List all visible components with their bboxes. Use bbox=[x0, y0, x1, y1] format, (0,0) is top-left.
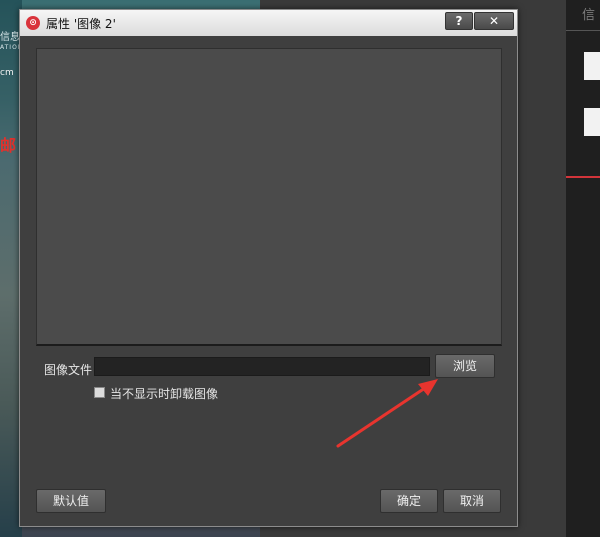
unload-image-checkbox[interactable] bbox=[94, 387, 105, 398]
properties-dialog: ⊙ 属性 '图像 2' ? ✕ 图像文件 浏览 当不显示时卸载图像 默认值 确定… bbox=[19, 9, 518, 527]
app-logo-icon: ⊙ bbox=[26, 16, 40, 30]
background-text-d: 邮 bbox=[0, 136, 17, 155]
image-file-input[interactable] bbox=[94, 357, 430, 376]
default-button[interactable]: 默认值 bbox=[36, 489, 106, 513]
image-file-label: 图像文件 bbox=[44, 363, 93, 377]
background-text-a: 信息 bbox=[0, 32, 20, 43]
right-panel-button-2[interactable] bbox=[584, 108, 600, 136]
right-panel-button-1[interactable] bbox=[584, 52, 600, 80]
image-preview-area bbox=[36, 48, 502, 346]
ok-button[interactable]: 确定 bbox=[380, 489, 438, 513]
right-panel-divider bbox=[566, 30, 600, 31]
dialog-titlebar[interactable]: ⊙ 属性 '图像 2' ? ✕ bbox=[20, 10, 517, 36]
close-button[interactable]: ✕ bbox=[474, 12, 514, 30]
dialog-title: 属性 '图像 2' bbox=[46, 17, 116, 31]
background-text-c: cm bbox=[0, 68, 14, 78]
browse-button[interactable]: 浏览 bbox=[435, 354, 495, 378]
help-button[interactable]: ? bbox=[445, 12, 473, 30]
right-panel-accent-line bbox=[566, 176, 600, 178]
cancel-button[interactable]: 取消 bbox=[443, 489, 501, 513]
background-right-panel: 信 bbox=[566, 0, 600, 537]
right-panel-title: 信 bbox=[582, 8, 596, 23]
unload-image-checkbox-label[interactable]: 当不显示时卸载图像 bbox=[110, 385, 218, 402]
